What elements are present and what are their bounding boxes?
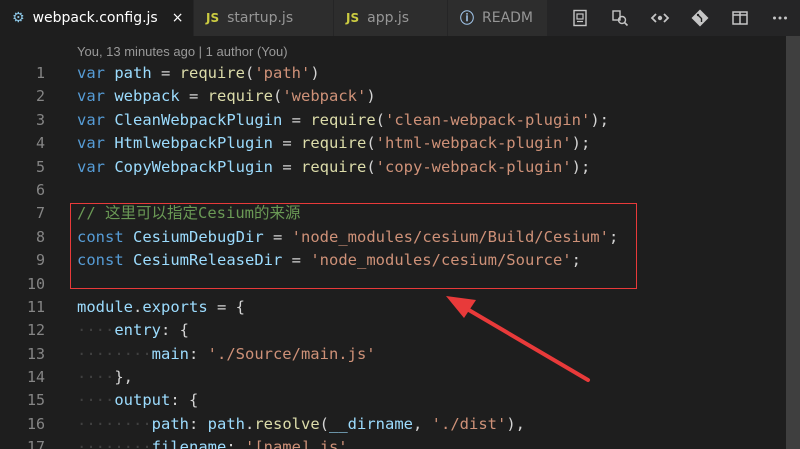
line-content: ········path: path.resolve(__dirname, '.… <box>77 414 525 433</box>
code-line: 16 ········path: path.resolve(__dirname,… <box>0 413 780 436</box>
editor-actions <box>556 0 800 36</box>
line-number: 7 <box>35 204 45 223</box>
line-content: ········filename: '[name].js' <box>77 438 348 449</box>
code-line: 6 <box>0 179 780 202</box>
info-icon: ⓘ <box>460 11 474 27</box>
code-line: 2 var webpack = require('webpack') <box>0 85 780 108</box>
tab-webpack-config[interactable]: ⚙ webpack.config.js × <box>0 0 194 36</box>
code-line: 7 // 这里可以指定Cesium的来源 <box>0 202 780 225</box>
tab-label: webpack.config.js <box>32 10 158 26</box>
code-line: 8 const CesiumDebugDir = 'node_modules/c… <box>0 226 780 249</box>
tab-app-js[interactable]: JS app.js <box>334 0 448 36</box>
line-content: var CleanWebpackPlugin = require('clean-… <box>77 110 609 129</box>
line-content: ····}, <box>77 368 133 387</box>
tab-startup-js[interactable]: JS startup.js <box>194 0 334 36</box>
line-content: var CopyWebpackPlugin = require('copy-we… <box>77 157 591 176</box>
git-commit-icon[interactable] <box>680 0 720 36</box>
close-icon[interactable]: × <box>172 10 184 26</box>
line-number: 16 <box>26 414 45 433</box>
code-line: 1 var path = require('path') <box>0 62 780 85</box>
code-line: 12 ····entry: { <box>0 319 780 342</box>
code-line: 5 var CopyWebpackPlugin = require('copy-… <box>0 156 780 179</box>
line-number: 2 <box>35 87 45 106</box>
line-number: 13 <box>26 344 45 363</box>
line-content: ····output: { <box>77 391 199 410</box>
code-line: 11 module.exports = { <box>0 296 780 319</box>
code-line: 15 ····output: { <box>0 389 780 412</box>
line-number: 12 <box>26 321 45 340</box>
line-number: 14 <box>26 368 45 387</box>
line-number: 6 <box>35 180 45 199</box>
line-content: var path = require('path') <box>77 64 320 82</box>
code-lines: 1 var path = require('path') 2 var webpa… <box>0 62 780 449</box>
code-line: 9 const CesiumReleaseDir = 'node_modules… <box>0 249 780 272</box>
line-number: 5 <box>35 157 45 176</box>
code-line: 17 ········filename: '[name].js' <box>0 436 780 449</box>
js-file-icon: JS <box>206 11 220 25</box>
code-line: 13 ········main: './Source/main.js' <box>0 343 780 366</box>
line-content: module.exports = { <box>77 297 245 316</box>
line-number: 1 <box>35 64 45 82</box>
tab-label: app.js <box>367 10 410 26</box>
code-line: 10 <box>0 273 780 296</box>
split-editor-icon[interactable] <box>720 0 760 36</box>
line-content: ········main: './Source/main.js' <box>77 344 376 363</box>
line-number: 10 <box>26 274 45 293</box>
tab-label: READM <box>482 10 534 26</box>
line-number: 11 <box>26 297 45 316</box>
line-comment: // 这里可以指定Cesium的来源 <box>77 204 301 223</box>
compare-changes-icon[interactable] <box>600 0 640 36</box>
line-number: 3 <box>35 110 45 129</box>
scrollbar-thumb[interactable] <box>786 36 800 449</box>
toggle-whitespace-icon[interactable] <box>640 0 680 36</box>
line-content: const CesiumDebugDir = 'node_modules/ces… <box>77 227 619 246</box>
open-preview-icon[interactable] <box>560 0 600 36</box>
line-number: 15 <box>26 391 45 410</box>
line-content: var webpack = require('webpack') <box>77 87 376 106</box>
more-actions-icon[interactable] <box>760 0 800 36</box>
git-blame-codelens[interactable]: You, 13 minutes ago | 1 author (You) <box>77 44 288 59</box>
line-number: 9 <box>35 251 45 270</box>
code-line: 3 var CleanWebpackPlugin = require('clea… <box>0 109 780 132</box>
code-editor[interactable]: You, 13 minutes ago | 1 author (You) 1 v… <box>0 36 800 449</box>
tab-label: startup.js <box>227 10 294 26</box>
line-content: const CesiumReleaseDir = 'node_modules/c… <box>77 251 581 270</box>
webpack-file-icon: ⚙ <box>12 10 25 26</box>
line-number: 8 <box>35 227 45 246</box>
tab-readme[interactable]: ⓘ READM <box>448 0 548 36</box>
vertical-scrollbar[interactable] <box>780 36 800 449</box>
line-number: 4 <box>35 134 45 153</box>
js-file-icon: JS <box>346 11 360 25</box>
line-content: ····entry: { <box>77 321 189 340</box>
line-content: var HtmlwebpackPlugin = require('html-we… <box>77 134 591 153</box>
code-line: 4 var HtmlwebpackPlugin = require('html-… <box>0 132 780 155</box>
line-number: 17 <box>26 438 45 449</box>
code-line: 14 ····}, <box>0 366 780 389</box>
